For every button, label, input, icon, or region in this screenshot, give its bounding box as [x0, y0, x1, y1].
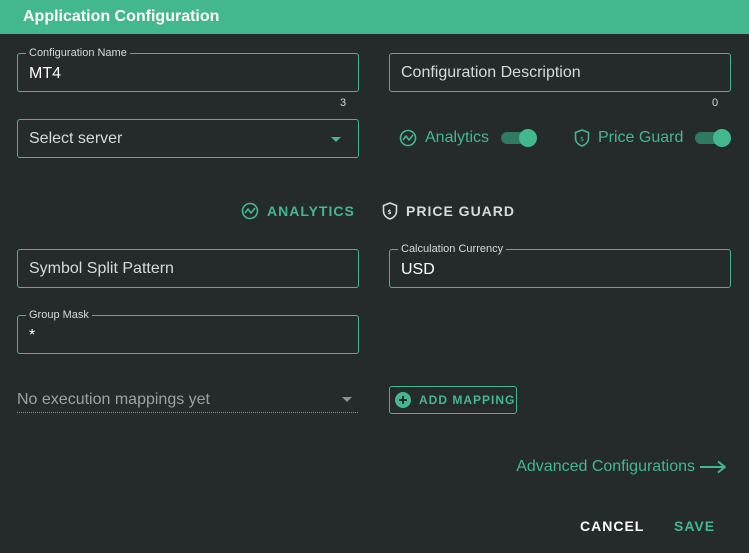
advanced-configurations-link[interactable]: Advanced Configurations — [516, 458, 727, 476]
add-mapping-button[interactable]: ADD MAPPING — [389, 386, 517, 414]
config-description-placeholder: Configuration Description — [401, 64, 581, 81]
tab-analytics-label: ANALYTICS — [267, 203, 355, 219]
execution-mappings-placeholder: No execution mappings yet — [17, 391, 210, 408]
dialog-title: Application Configuration — [0, 0, 749, 34]
config-description-field[interactable]: Configuration Description — [389, 53, 731, 92]
tab-analytics[interactable]: ANALYTICS — [241, 202, 355, 220]
chevron-down-icon — [331, 137, 341, 142]
analytics-toggle-label: Analytics — [425, 129, 490, 146]
add-mapping-label: ADD MAPPING — [419, 393, 516, 407]
server-select[interactable]: Select server — [17, 119, 359, 158]
save-button[interactable]: SAVE — [674, 518, 715, 534]
add-circle-icon — [395, 392, 411, 408]
svg-text:$: $ — [387, 209, 392, 216]
server-select-placeholder: Select server — [29, 130, 123, 147]
calculation-currency-value: USD — [401, 261, 435, 278]
calculation-currency-field[interactable]: Calculation Currency USD — [389, 243, 731, 288]
group-mask-field[interactable]: Group Mask * — [17, 309, 359, 354]
shield-icon: $ — [574, 129, 590, 147]
price-guard-toggle[interactable] — [695, 129, 732, 147]
analytics-icon — [399, 129, 417, 147]
svg-text:$: $ — [580, 136, 584, 143]
group-mask-label: Group Mask — [26, 309, 92, 321]
price-guard-toggle-label: Price Guard — [598, 129, 684, 146]
execution-mappings-select[interactable]: No execution mappings yet — [17, 386, 358, 413]
price-guard-toggle-group: $ Price Guard — [574, 129, 732, 147]
cancel-button[interactable]: CANCEL — [580, 518, 644, 534]
config-name-field[interactable]: Configuration Name MT4 — [17, 47, 359, 92]
chevron-down-icon — [342, 397, 352, 402]
analytics-icon — [241, 202, 259, 220]
config-description-counter: 0 — [712, 97, 719, 109]
analytics-toggle-knob — [519, 129, 538, 147]
config-name-counter: 3 — [340, 97, 347, 109]
group-mask-value: * — [29, 327, 36, 344]
analytics-toggle[interactable] — [501, 129, 538, 147]
config-name-value: MT4 — [29, 65, 61, 82]
advanced-configurations-label: Advanced Configurations — [516, 458, 695, 475]
tab-price-guard[interactable]: $ PRICE GUARD — [382, 202, 515, 220]
analytics-toggle-group: Analytics — [399, 129, 538, 147]
shield-icon: $ — [382, 202, 398, 220]
config-name-label: Configuration Name — [26, 47, 130, 59]
tab-price-guard-label: PRICE GUARD — [406, 203, 516, 219]
calculation-currency-label: Calculation Currency — [398, 243, 507, 255]
symbol-split-pattern-placeholder: Symbol Split Pattern — [29, 260, 174, 277]
symbol-split-pattern-field[interactable]: Symbol Split Pattern — [17, 249, 359, 288]
arrow-right-icon — [700, 460, 726, 474]
price-guard-toggle-knob — [713, 129, 732, 147]
